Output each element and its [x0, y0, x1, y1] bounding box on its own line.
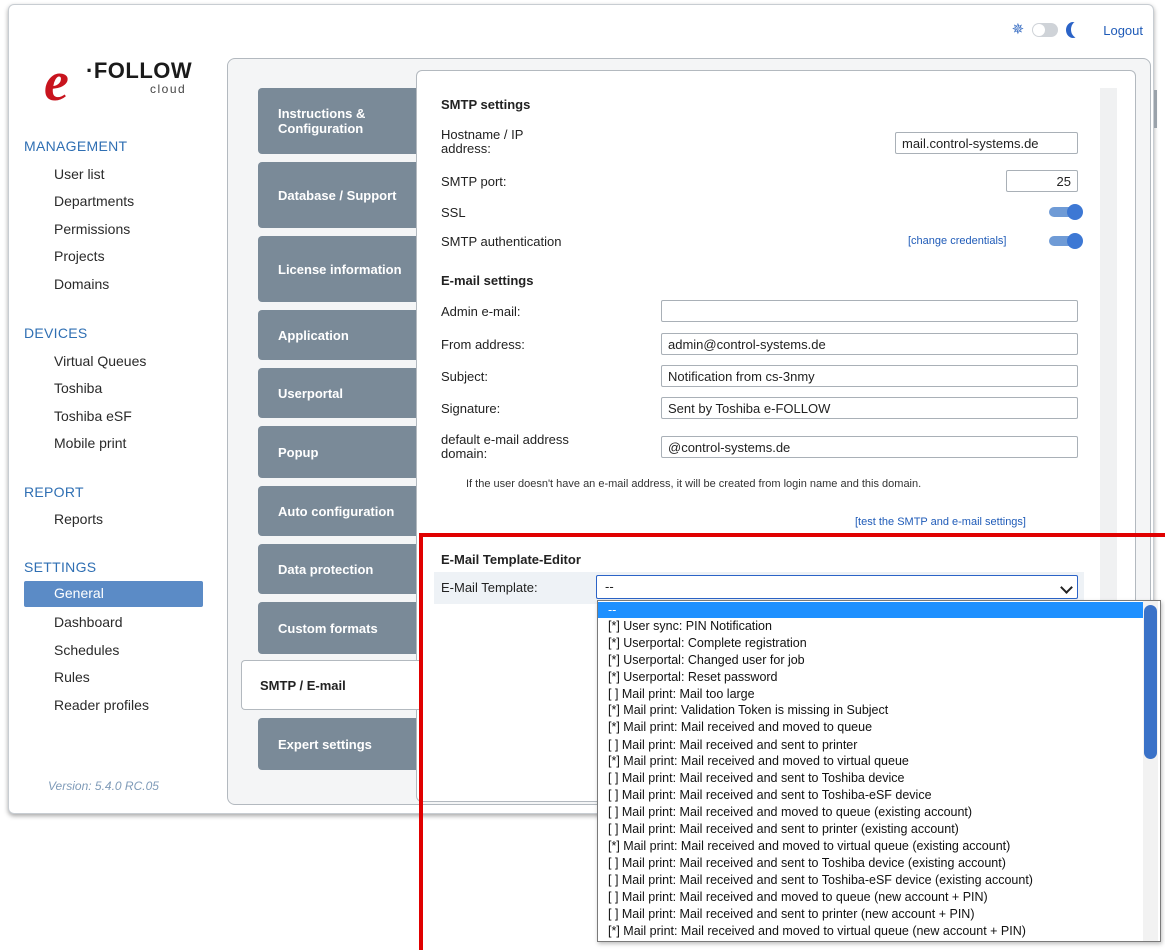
template-select-value: -- [605, 579, 614, 594]
template-editor-heading: E-Mail Template-Editor [441, 552, 581, 567]
tab-data-protection[interactable]: Data protection [258, 544, 416, 594]
dropdown-option[interactable]: [ ] Mail print: Mail received and sent t… [598, 906, 1143, 922]
sidebar-item-reports[interactable]: Reports [54, 511, 103, 527]
chevron-down-icon [1060, 581, 1073, 594]
dropdown-option[interactable]: [*] Userportal: Complete registration [598, 635, 1143, 651]
sidebar-item-toshiba[interactable]: Toshiba [54, 380, 102, 396]
logo-follow: ·FOLLOW [86, 58, 193, 83]
logo-cloud: cloud [150, 82, 187, 96]
dropdown-option[interactable]: [*] Mail print: Mail received and moved … [598, 923, 1143, 939]
header-controls: ✵ Logout [1012, 22, 1143, 38]
tab-expert-settings[interactable]: Expert settings [258, 718, 416, 770]
sidebar-item-user-list[interactable]: User list [54, 166, 105, 182]
version-label: Version: 5.4.0 RC.05 [48, 779, 159, 793]
smtp-auth-switch[interactable] [1049, 233, 1083, 249]
sidebar-item-toshiba-esf[interactable]: Toshiba eSF [54, 408, 132, 424]
smtp-port-input[interactable] [1006, 170, 1078, 192]
logout-link[interactable]: Logout [1103, 23, 1143, 38]
tab-popup[interactable]: Popup [258, 426, 416, 478]
tab-smtp-email[interactable]: SMTP / E-mail [241, 660, 419, 710]
dropdown-option[interactable]: [ ] Mail print: Mail received and sent t… [598, 770, 1143, 786]
tab-application[interactable]: Application [258, 310, 416, 360]
window-scrollbar[interactable] [1154, 90, 1157, 128]
sidebar-item-projects[interactable]: Projects [54, 248, 105, 264]
sidebar-item-mobile-print[interactable]: Mobile print [54, 435, 126, 451]
dropdown-option[interactable]: [*] Userportal: Changed user for job [598, 652, 1143, 668]
dropdown-option[interactable]: [ ] Mail print: Mail received and sent t… [598, 821, 1143, 837]
template-label: E-Mail Template: [441, 580, 538, 595]
sidebar-heading-devices: DEVICES [24, 325, 88, 341]
tab-auto-configuration[interactable]: Auto configuration [258, 486, 416, 536]
from-address-input[interactable] [661, 333, 1078, 355]
change-credentials-link[interactable]: [change credentials] [908, 235, 1006, 247]
template-dropdown-list: -- [*] User sync: PIN Notification [*] U… [597, 600, 1161, 942]
logo-e: e [44, 51, 69, 113]
default-domain-input[interactable] [661, 436, 1078, 458]
admin-email-label: Admin e-mail: [441, 304, 521, 319]
subject-label: Subject: [441, 369, 488, 384]
sidebar-item-general[interactable] [24, 581, 203, 607]
domain-note: If the user doesn't have an e-mail addre… [466, 478, 922, 490]
sidebar-heading-settings: SETTINGS [24, 559, 97, 575]
tab-custom-formats[interactable]: Custom formats [258, 602, 416, 654]
ssl-switch[interactable] [1049, 204, 1083, 220]
dropdown-scrollbar-thumb[interactable] [1144, 605, 1157, 759]
signature-label: Signature: [441, 401, 501, 416]
sidebar-item-departments[interactable]: Departments [54, 193, 134, 209]
sidebar-item-dashboard[interactable]: Dashboard [54, 614, 123, 630]
tab-database-support[interactable]: Database / Support [258, 162, 416, 228]
tab-license-information[interactable]: License information [258, 236, 416, 302]
sidebar-item-schedules[interactable]: Schedules [54, 642, 119, 658]
smtp-port-label: SMTP port: [441, 174, 507, 189]
dropdown-option[interactable]: [*] User sync: PIN Notification [598, 618, 1143, 634]
ssl-label: SSL [441, 205, 466, 220]
dropdown-option[interactable]: [ ] Mail print: Mail received and sent t… [598, 787, 1143, 803]
template-select[interactable]: -- [596, 575, 1078, 599]
subject-input[interactable] [661, 365, 1078, 387]
signature-input[interactable] [661, 397, 1078, 419]
admin-email-input[interactable] [661, 300, 1078, 322]
panel-scrollbar[interactable] [1100, 88, 1117, 608]
sun-icon: ✵ [1011, 21, 1025, 38]
sidebar-item-domains[interactable]: Domains [54, 276, 109, 292]
dropdown-option[interactable]: [*] Mail print: Mail received and moved … [598, 719, 1143, 735]
dropdown-option[interactable]: [*] Mail print: Mail received and moved … [598, 838, 1143, 854]
email-settings-heading: E-mail settings [441, 273, 534, 288]
smtp-settings-heading: SMTP settings [441, 97, 531, 112]
hostname-input[interactable] [895, 132, 1078, 154]
sidebar-item-general-label[interactable]: General [54, 585, 104, 601]
theme-toggle[interactable] [1032, 23, 1059, 37]
sidebar-heading-management: MANAGEMENT [24, 138, 128, 154]
default-domain-label: default e-mail address domain: [441, 432, 569, 461]
e-follow-logo: e ·FOLLOW cloud [44, 30, 204, 110]
test-smtp-link[interactable]: [test the SMTP and e-mail settings] [855, 516, 1026, 528]
highlight-border-top [419, 533, 1165, 537]
from-address-label: From address: [441, 337, 525, 352]
smtp-auth-label: SMTP authentication [441, 234, 562, 249]
dropdown-option[interactable]: [ ] Mail print: Mail too large [598, 686, 1143, 702]
tab-instructions-configuration[interactable]: Instructions & Configuration [258, 88, 416, 154]
sidebar-item-rules[interactable]: Rules [54, 669, 90, 685]
dropdown-option[interactable]: [ ] Mail print: Mail received and sent t… [598, 855, 1143, 871]
dropdown-option[interactable]: [*] Userportal: Reset password [598, 669, 1143, 685]
sidebar-heading-report: REPORT [24, 484, 84, 500]
moon-icon [1066, 22, 1080, 38]
dropdown-option[interactable]: [*] Mail print: Mail received and moved … [598, 753, 1143, 769]
sidebar-item-virtual-queues[interactable]: Virtual Queues [54, 353, 146, 369]
dropdown-option[interactable]: [ ] Mail print: Mail received and moved … [598, 889, 1143, 905]
dropdown-option[interactable]: [ ] Mail print: Mail received and sent t… [598, 872, 1143, 888]
dropdown-option[interactable]: -- [598, 602, 1143, 618]
dropdown-option[interactable]: [*] Mail print: Validation Token is miss… [598, 702, 1143, 718]
dropdown-option[interactable]: [ ] Mail print: Mail received and moved … [598, 804, 1143, 820]
dropdown-option[interactable]: [ ] Mail print: Mail received and sent t… [598, 737, 1143, 753]
highlight-border-left [419, 533, 423, 950]
hostname-label: Hostname / IP address: [441, 127, 524, 156]
sidebar-item-permissions[interactable]: Permissions [54, 221, 130, 237]
tab-userportal[interactable]: Userportal [258, 368, 416, 418]
sidebar-item-reader-profiles[interactable]: Reader profiles [54, 697, 149, 713]
